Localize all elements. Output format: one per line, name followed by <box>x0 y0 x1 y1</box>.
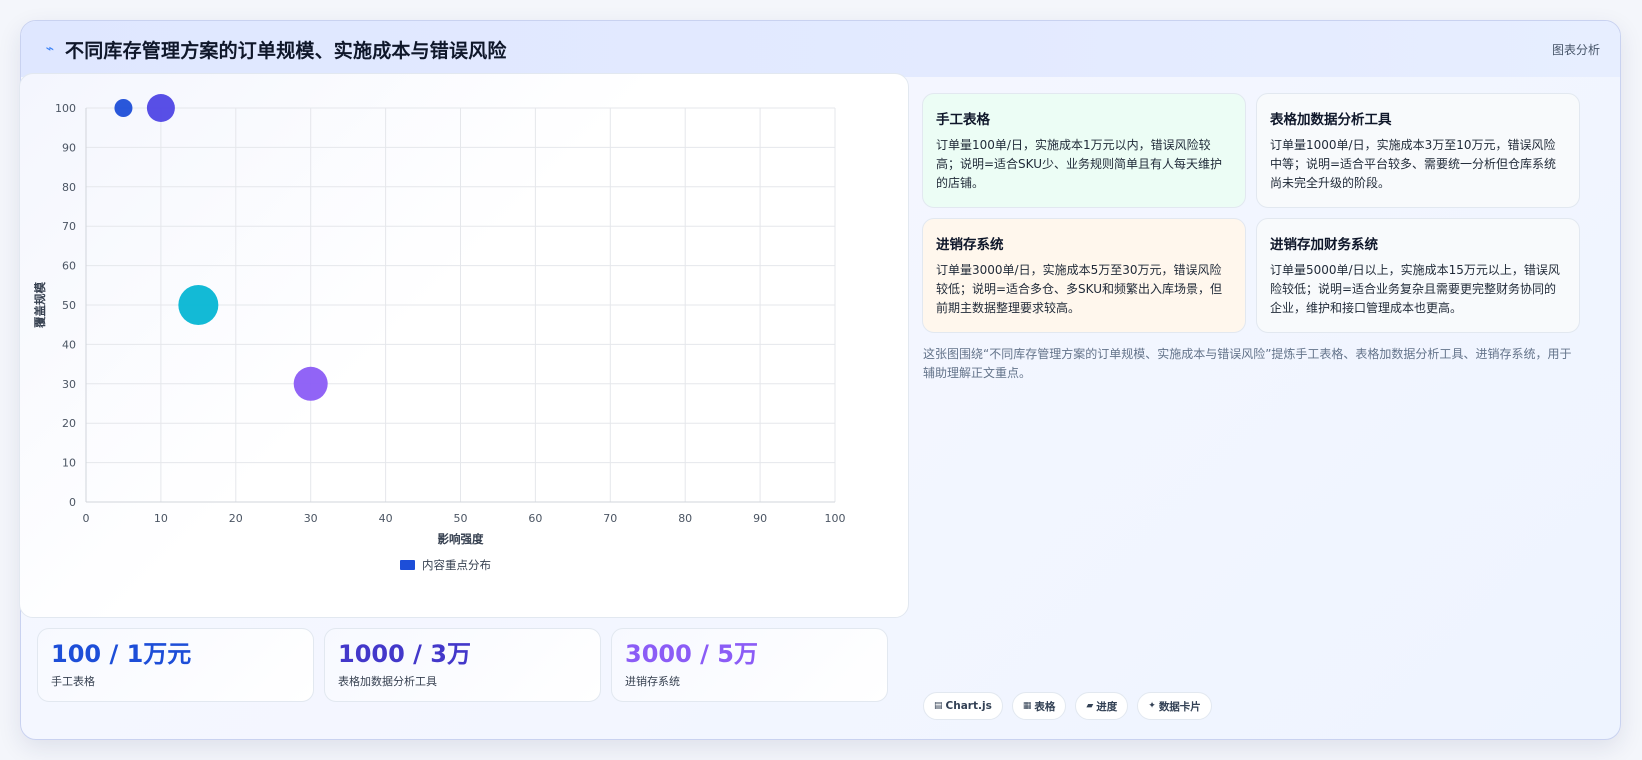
x-tick-label: 100 <box>825 512 846 525</box>
bubble-point <box>114 99 133 117</box>
chip-label: 数据卡片 <box>1158 700 1201 713</box>
chart-caption: 这张图围绕“不同库存管理方案的订单规模、实施成本与错误风险”提炼手工表格、表格加… <box>923 347 1572 380</box>
kpi-label: 手工表格 <box>51 675 95 688</box>
kpi-value: 100 / 1万元 <box>51 640 192 668</box>
chip-table[interactable]: ▦ 表格 <box>1011 692 1067 720</box>
progress-icon: ▰ <box>1086 701 1094 711</box>
y-tick-label: 40 <box>62 338 76 351</box>
y-tick-label: 100 <box>55 102 76 115</box>
info-card-text: 订单量1000单/日，实施成本3万至10万元，错误风险中等；说明=适合平台较多、… <box>1270 138 1557 190</box>
y-tick-label: 60 <box>62 260 76 273</box>
legend-label: 内容重点分布 <box>422 558 491 572</box>
info-card-text: 订单量5000单/日以上，实施成本15万元以上，错误风险较低；说明=适合业务复杂… <box>1270 263 1560 315</box>
x-tick-label: 10 <box>154 512 168 525</box>
bolt-icon: ⌁ <box>45 41 55 57</box>
bubble-point <box>293 366 328 401</box>
y-tick-label: 20 <box>62 417 76 430</box>
y-tick-label: 90 <box>62 141 76 154</box>
y-tick-label: 80 <box>62 181 76 194</box>
chart-panel: 0 10 20 30 40 50 60 70 80 90 100 0 10 20 30 40 50 60 70 80 9… <box>19 73 909 618</box>
chart-icon: ▤ <box>934 701 943 711</box>
y-tick-label: 30 <box>62 378 76 391</box>
x-axis-title: 影响强度 <box>438 532 484 546</box>
x-tick-label: 70 <box>603 512 617 525</box>
y-tick-label: 70 <box>62 220 76 233</box>
kpi-card-0: 100 / 1万元 手工表格 <box>37 628 314 702</box>
x-tick-label: 50 <box>454 512 468 525</box>
info-card-title: 进销存加财务系统 <box>1270 237 1378 253</box>
kpi-value: 1000 / 3万 <box>338 640 471 668</box>
bubble-point <box>146 94 175 122</box>
kpi-card-2: 3000 / 5万 进销存系统 <box>611 628 888 702</box>
page-title: 不同库存管理方案的订单规模、实施成本与错误风险 <box>65 39 507 62</box>
info-card-text: 订单量100单/日，实施成本1万元以内，错误风险较高；说明=适合SKU少、业务规… <box>936 138 1223 190</box>
chip-label: 表格 <box>1034 700 1056 713</box>
kpi-label: 进销存系统 <box>625 675 680 688</box>
info-card-text: 订单量3000单/日，实施成本5万至30万元，错误风险较低；说明=适合多仓、多S… <box>936 263 1223 315</box>
sparkle-icon: ✦ <box>1148 701 1156 711</box>
card-header: ⌁ 不同库存管理方案的订单规模、实施成本与错误风险 图表分析 <box>21 21 1620 77</box>
info-card-inventory-system: 进销存系统 订单量3000单/日，实施成本5万至30万元，错误风险较低；说明=适… <box>922 218 1246 333</box>
chip-label: 进度 <box>1096 700 1118 713</box>
table-icon: ▦ <box>1022 701 1032 711</box>
kpi-label: 表格加数据分析工具 <box>338 675 437 688</box>
x-tick-label: 30 <box>304 512 318 525</box>
bubble-chart: 0 10 20 30 40 50 60 70 80 90 100 0 10 20 30 40 50 60 70 80 9… <box>33 94 846 572</box>
chip-chartjs[interactable]: ▤ Chart.js <box>923 692 1003 720</box>
x-tick-label: 60 <box>528 512 542 525</box>
info-card-inventory-finance-system: 进销存加财务系统 订单量5000单/日以上，实施成本15万元以上，错误风险较低；… <box>1256 218 1580 333</box>
x-tick-label: 20 <box>229 512 243 525</box>
tech-chips: ▤ Chart.js ▦ 表格 ▰ 进度 ✦ 数据卡片 <box>923 692 1212 720</box>
legend-swatch <box>400 560 415 570</box>
info-card-title: 表格加数据分析工具 <box>1270 112 1392 128</box>
y-tick-label: 10 <box>62 457 76 470</box>
x-tick-label: 80 <box>678 512 692 525</box>
kpi-card-1: 1000 / 3万 表格加数据分析工具 <box>324 628 601 702</box>
info-card-manual-spreadsheet: 手工表格 订单量100单/日，实施成本1万元以内，错误风险较高；说明=适合SKU… <box>922 93 1246 208</box>
info-card-spreadsheet-analytics: 表格加数据分析工具 订单量1000单/日，实施成本3万至10万元，错误风险中等；… <box>1256 93 1580 208</box>
chip-label: Chart.js <box>945 700 992 712</box>
x-tick-label: 90 <box>753 512 767 525</box>
info-card-title: 进销存系统 <box>936 237 1004 253</box>
title-group: ⌁ 不同库存管理方案的订单规模、实施成本与错误风险 <box>43 36 507 63</box>
x-tick-label: 0 <box>83 512 90 525</box>
chip-progress[interactable]: ▰ 进度 <box>1075 692 1129 720</box>
info-card-title: 手工表格 <box>936 112 990 128</box>
y-axis-title: 覆盖规模 <box>33 282 47 328</box>
y-tick-label: 0 <box>69 496 76 509</box>
x-tick-label: 40 <box>379 512 393 525</box>
header-tag: 图表分析 <box>1551 42 1600 57</box>
y-tick-label: 50 <box>62 299 76 312</box>
bubble-point <box>178 285 219 325</box>
chip-data-card[interactable]: ✦ 数据卡片 <box>1137 692 1212 720</box>
kpi-value: 3000 / 5万 <box>625 640 758 668</box>
